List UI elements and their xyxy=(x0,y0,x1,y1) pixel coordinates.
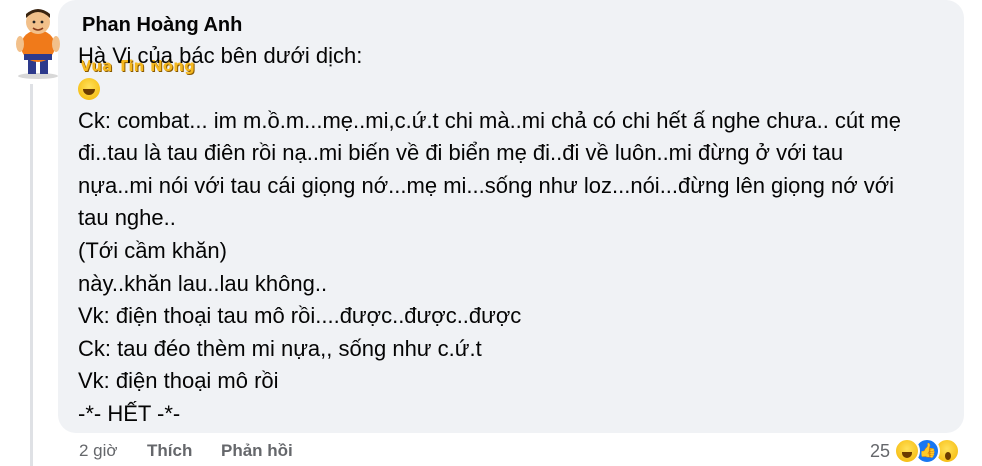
reactions-summary[interactable]: 25 xyxy=(870,436,960,466)
comment-screen: Phan Hoàng Anh Vua Tin Nóng Hà Vi của bá… xyxy=(0,0,982,466)
comment-line: Ck: combat... im m.ồ.m...mẹ..mi,c.ứ.t ch… xyxy=(78,107,901,133)
comment-line: đi..tau là tau điên rồi nạ..mi biến về đ… xyxy=(78,140,844,166)
comment-line: nựa..mi nói với tau cái giọng nớ...mẹ mi… xyxy=(78,172,895,198)
comment-line: tau nghe.. xyxy=(78,205,176,231)
reply-button[interactable]: Phản hồi xyxy=(221,441,293,461)
laughing-face-icon xyxy=(78,77,100,100)
comment-line: (Tới cầm khăn) xyxy=(78,237,227,263)
comment-line: Vk: điện thoại mô rồi xyxy=(78,368,279,394)
avatar[interactable] xyxy=(10,4,66,80)
like-button[interactable]: Thích xyxy=(147,441,192,461)
comment-line: Vk: điện thoại tau mô rồi....được..được.… xyxy=(78,303,522,329)
comment-line: Hà Vi của bác bên dưới dịch: xyxy=(78,43,363,68)
comment-timestamp[interactable]: 2 giờ xyxy=(79,441,118,461)
comment-line: -*- HẾT -*- xyxy=(78,400,181,426)
comment-author[interactable]: Phan Hoàng Anh xyxy=(82,14,242,37)
comment-body: Hà Vi của bác bên dưới dịch: Ck: combat.… xyxy=(78,40,948,431)
comment-emoji-line xyxy=(78,73,948,105)
reaction-count[interactable]: 25 xyxy=(870,441,890,462)
thread-line xyxy=(30,84,33,466)
comment-line: này..khăn lau..lau không.. xyxy=(78,270,328,296)
haha-reaction-icon xyxy=(894,438,920,464)
comment-line: Ck: tau đéo thèm mi nựa,, sống như c.ứ.t xyxy=(78,335,482,361)
